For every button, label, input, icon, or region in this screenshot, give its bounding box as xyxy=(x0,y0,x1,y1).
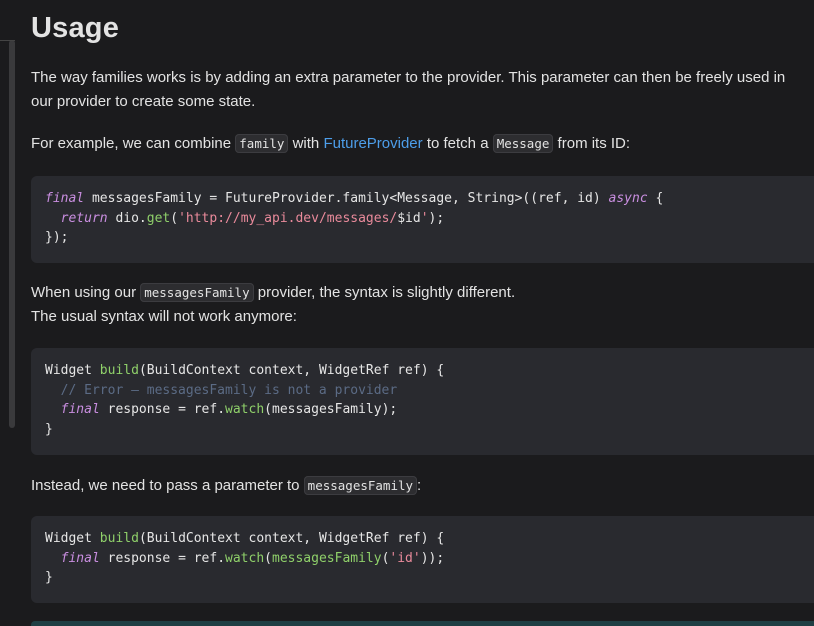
divider xyxy=(0,40,15,41)
scrollbar-thumb[interactable] xyxy=(9,40,15,428)
code-block-family-definition[interactable]: final messagesFamily = FutureProvider.fa… xyxy=(31,176,814,263)
paragraph-intro: The way families works is by adding an e… xyxy=(31,69,786,110)
code-block-wrong-usage[interactable]: Widget build(BuildContext context, Widge… xyxy=(31,348,814,455)
inline-code-family: family xyxy=(235,134,289,153)
admonition-top-edge xyxy=(31,621,814,626)
inline-code-messagesfamily-2: messagesFamily xyxy=(303,476,418,495)
inline-code-message: Message xyxy=(492,134,554,153)
link-futureprovider[interactable]: FutureProvider xyxy=(323,135,422,152)
page-title: Usage xyxy=(31,12,120,44)
paragraph-instead: Instead, we need to pass a parameter to … xyxy=(31,476,422,495)
inline-code-messagesfamily: messagesFamily xyxy=(140,283,254,302)
paragraph-example: For example, we can combine family with … xyxy=(31,134,631,153)
paragraph-syntax: When using our messagesFamily provider, … xyxy=(31,283,516,325)
code-block-correct-usage[interactable]: Widget build(BuildContext context, Widge… xyxy=(31,516,814,603)
scrollbar-track[interactable] xyxy=(0,0,15,626)
